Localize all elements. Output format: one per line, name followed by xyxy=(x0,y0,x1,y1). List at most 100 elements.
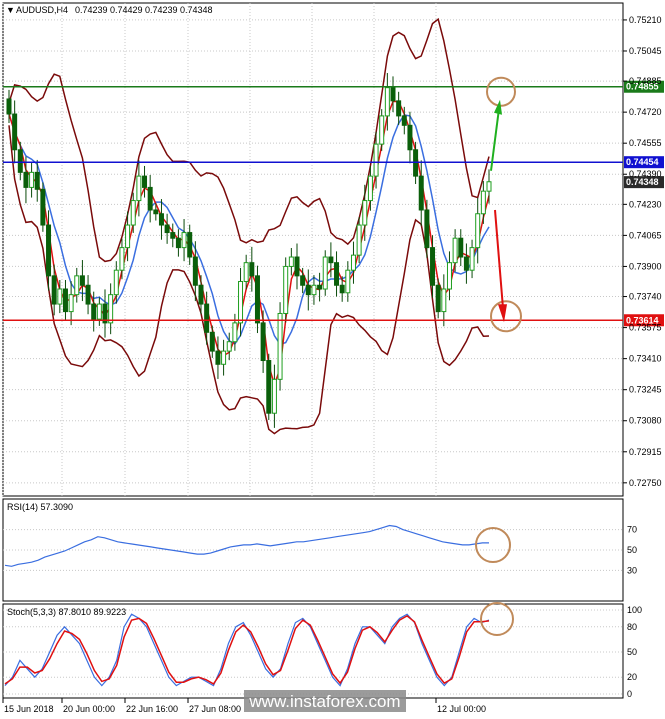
stoch-level-label: 80 xyxy=(627,622,637,632)
y-tick-label: 0.73080 xyxy=(629,416,662,426)
y-tick-label: 0.74555 xyxy=(629,138,662,148)
x-tick-label: 22 Jun 16:00 xyxy=(126,704,178,714)
candle-body xyxy=(40,188,46,226)
candle-body xyxy=(311,284,317,296)
candle-body xyxy=(260,322,266,362)
candle-body xyxy=(12,113,18,151)
candle-body xyxy=(271,378,277,414)
y-tick-label: 0.74885 xyxy=(629,76,662,86)
price-chart: ▼ AUDUSD,H4 0.74239 0.74429 0.74239 0.74… xyxy=(2,2,664,714)
candle-body xyxy=(317,284,323,290)
y-tick-label: 0.73740 xyxy=(629,292,662,302)
candle-body xyxy=(79,275,85,286)
rsi-level-label: 50 xyxy=(627,545,637,555)
candle-body xyxy=(108,294,114,324)
candle-body xyxy=(266,360,272,414)
candle-body xyxy=(328,256,334,264)
candle-body xyxy=(192,256,198,286)
candle-body xyxy=(486,181,492,192)
y-tick-label: 0.75210 xyxy=(629,15,662,25)
candle-body xyxy=(362,200,368,226)
ohlc-high: 0.74429 xyxy=(110,5,143,15)
candle-body xyxy=(62,288,68,313)
candle-body xyxy=(46,224,52,277)
candle-body xyxy=(277,312,283,380)
candle-body xyxy=(204,303,210,333)
candle-body xyxy=(243,262,249,282)
candle-body xyxy=(226,341,232,352)
y-axis: 0.75210 0.75045 0.74885 0.74720 0.74555 0.743… xyxy=(623,15,662,488)
stoch-label: Stoch(5,3,3) 87.8010 89.9223 xyxy=(7,607,126,617)
candle-body xyxy=(187,232,193,258)
rsi-level-label: 70 xyxy=(627,525,637,535)
candle-body xyxy=(300,275,306,286)
ohlc-close: 0.74348 xyxy=(180,5,213,15)
candle-body xyxy=(441,288,447,313)
candle-body xyxy=(96,303,102,320)
y-tick-label: 0.73900 xyxy=(629,261,662,271)
candle-body xyxy=(413,149,419,177)
x-tick-label: 27 Jun 08:00 xyxy=(189,704,241,714)
candle-body xyxy=(334,262,340,286)
candle-body xyxy=(305,284,311,296)
stoch-level-label: 50 xyxy=(627,647,637,657)
candle-body xyxy=(232,322,238,343)
candle-body xyxy=(424,209,430,249)
candle-body xyxy=(29,171,35,188)
candle-body xyxy=(74,275,80,296)
rsi-level-label: 30 xyxy=(627,565,637,575)
level-tag-label: 0.74454 xyxy=(626,157,659,167)
candle-body xyxy=(68,294,74,313)
y-tick-label: 0.74720 xyxy=(629,107,662,117)
candle-body xyxy=(249,262,255,277)
candle-body xyxy=(34,171,40,190)
x-tick-label: 20 Jun 00:00 xyxy=(63,704,115,714)
candle-body xyxy=(294,256,300,277)
candle-body xyxy=(254,275,260,324)
ohlc-low: 0.74239 xyxy=(145,5,178,15)
candle-body xyxy=(446,262,452,290)
candle-body xyxy=(480,190,486,215)
candle-body xyxy=(130,200,136,226)
candle-body xyxy=(170,232,176,239)
stoch-level-label: 20 xyxy=(627,672,637,682)
candle-body xyxy=(458,237,464,258)
candle-body xyxy=(136,175,142,202)
y-tick-label: 0.72750 xyxy=(629,478,662,488)
candle-body xyxy=(435,284,441,313)
candle-body xyxy=(463,256,469,271)
x-tick-label: 15 Jun 2018 xyxy=(4,704,54,714)
stoch-panel xyxy=(2,603,624,699)
x-tick-label: 12 Jul 00:00 xyxy=(437,704,486,714)
candle-body xyxy=(390,87,396,102)
y-tick-label: 0.75045 xyxy=(629,46,662,56)
candle-body xyxy=(396,100,402,117)
candle-body xyxy=(379,115,385,145)
candle-body xyxy=(23,171,29,188)
candle-body xyxy=(57,288,63,305)
candle-body xyxy=(125,224,131,249)
candle-body xyxy=(158,213,164,226)
candle-body xyxy=(119,247,125,271)
candle-body xyxy=(469,247,475,271)
candle-body xyxy=(113,269,119,296)
ohlc-open: 0.74239 xyxy=(75,5,108,15)
y-tick-label: 0.73410 xyxy=(629,354,662,364)
y-tick-label: 0.74065 xyxy=(629,230,662,240)
candle-body xyxy=(181,232,187,249)
stoch-level-label: 0 xyxy=(627,689,632,699)
candle-body xyxy=(350,254,356,271)
candle-body xyxy=(452,237,458,264)
candle-body xyxy=(339,284,345,294)
candle-body xyxy=(142,175,148,188)
candle-body xyxy=(475,213,481,249)
candle-body xyxy=(356,224,362,256)
candle-body xyxy=(283,265,289,314)
candle-body xyxy=(418,175,424,211)
candle-body xyxy=(209,331,215,352)
chart-symbol: AUDUSD,H4 xyxy=(16,5,68,15)
candle-body xyxy=(175,237,181,249)
candle-body xyxy=(17,149,23,173)
candle-body xyxy=(153,209,159,215)
candle-body xyxy=(401,115,407,126)
